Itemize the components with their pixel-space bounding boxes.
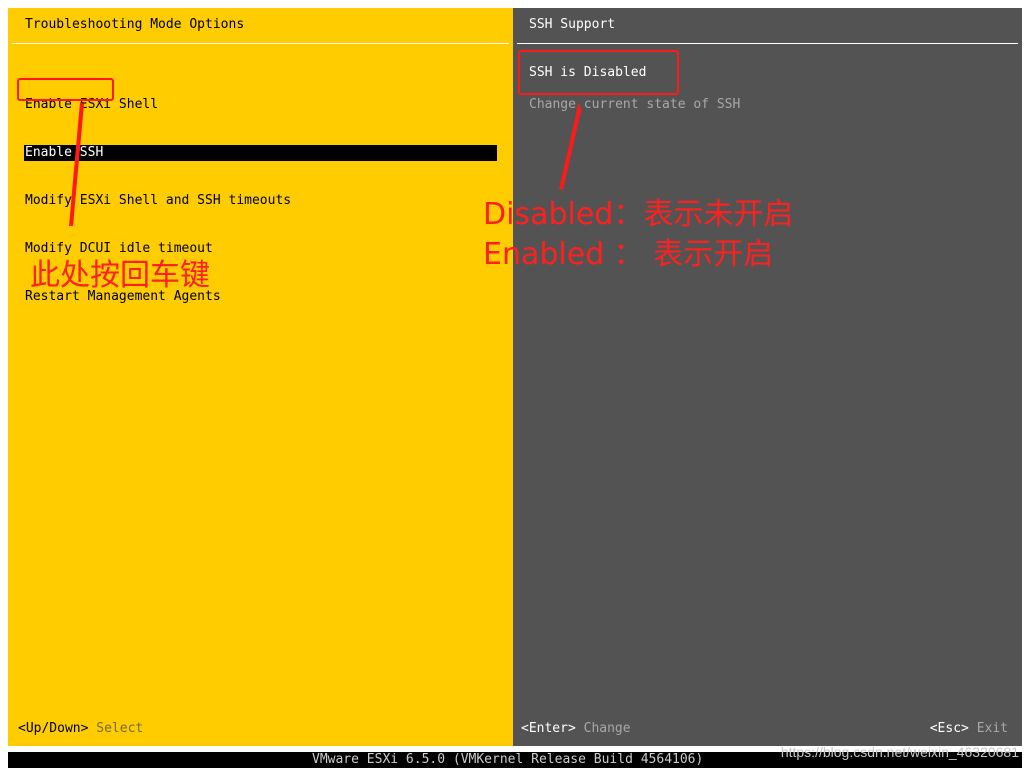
title-divider [12,43,509,44]
menu-item-modify-dcui-timeout[interactable]: Modify DCUI idle timeout [24,241,497,257]
build-info-text: VMware ESXi 6.5.0 (VMKernel Release Buil… [312,752,704,767]
options-menu: Enable ESXi Shell Enable SSH Modify ESXi… [24,65,497,337]
highlight-box-ssh-status [518,50,679,95]
title-divider [517,43,1018,44]
panel-title: Troubleshooting Mode Options [25,17,245,32]
ssh-support-panel: SSH Support SSH is Disabled Change curre… [513,8,1022,746]
select-action-label: Select [96,721,144,736]
updown-key-label: <Up/Down> [18,721,89,736]
watermark-text: https://blog.csdn.net/weixin_46320681 [780,744,1019,760]
esc-exit-hint[interactable]: <Esc> Exit [930,721,1008,737]
exit-action-label: Exit [976,721,1008,736]
ssh-description-text: Change current state of SSH [529,97,741,112]
esc-key-label: <Esc> [929,721,969,736]
change-action-label: Change [583,721,631,736]
annotation-press-enter: 此处按回车键 [30,258,210,293]
panel-title: SSH Support [529,17,616,32]
menu-item-modify-timeouts[interactable]: Modify ESXi Shell and SSH timeouts [24,193,497,209]
menu-item-enable-ssh[interactable]: Enable SSH [24,145,497,161]
select-hint: <Up/Down> Select [18,721,143,737]
enter-key-label: <Enter> [521,721,576,736]
annotation-disabled-meaning: Disabled：表示未开启 [483,197,794,232]
troubleshooting-options-panel: Troubleshooting Mode Options Enable ESXi… [8,8,513,746]
highlight-box-enable-ssh [17,78,114,101]
esxi-dcui-screen: Troubleshooting Mode Options Enable ESXi… [0,0,1027,771]
enter-change-hint[interactable]: <Enter> Change [521,721,631,737]
annotation-enabled-meaning: Enabled ： 表示开启 [483,237,774,272]
